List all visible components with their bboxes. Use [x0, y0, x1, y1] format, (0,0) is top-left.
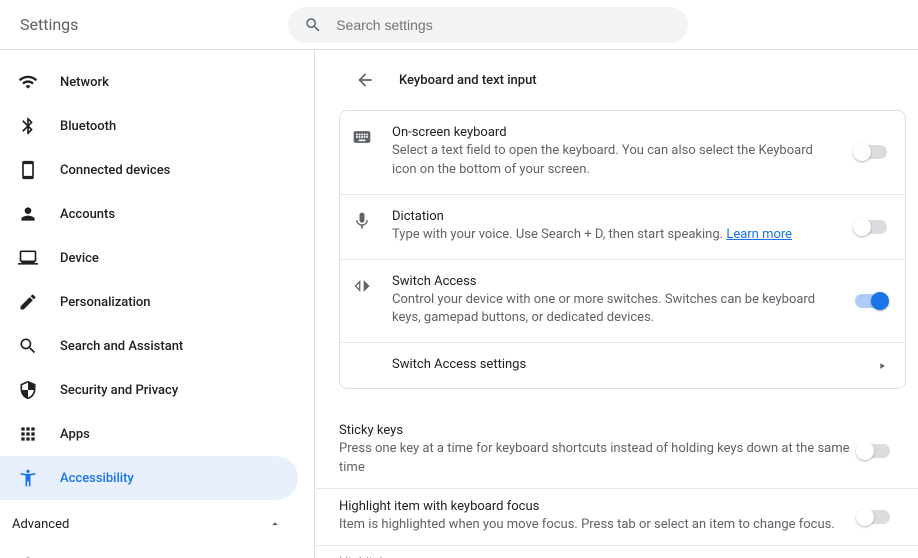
accessibility-icon [18, 468, 38, 488]
sidebar-item-label: Personalization [60, 295, 151, 310]
settings-card: On-screen keyboard Select a text field t… [339, 110, 906, 389]
apps-icon [18, 424, 38, 444]
toggle-highlight-focus[interactable] [858, 510, 890, 524]
sidebar-item-search-assistant[interactable]: Search and Assistant [0, 324, 298, 368]
sidebar-item-accessibility[interactable]: Accessibility [0, 456, 298, 500]
toggle-sticky-keys[interactable] [858, 444, 890, 458]
chevron-up-icon [268, 517, 282, 531]
row-highlight-cursor: Highlight text cursor Cursor is highligh… [315, 546, 918, 558]
row-dictation: Dictation Type with your voice. Use Sear… [340, 195, 905, 260]
row-title: Dictation [392, 209, 835, 224]
sidebar-item-label: Network [60, 75, 109, 90]
row-title: Sticky keys [339, 423, 858, 438]
page-title: Keyboard and text input [399, 73, 537, 88]
toggle-dictation[interactable] [855, 220, 887, 234]
search-icon [304, 16, 322, 34]
laptop-icon [18, 248, 38, 268]
back-button[interactable] [355, 70, 375, 90]
sidebar: Network Bluetooth Connected devices Acco… [0, 50, 315, 558]
phone-icon [18, 160, 38, 180]
row-desc: Press one key at a time for keyboard sho… [339, 440, 858, 478]
sidebar-item-security-privacy[interactable]: Security and Privacy [0, 368, 298, 412]
keyboard-icon [352, 127, 372, 147]
sidebar-item-label: Accounts [60, 207, 115, 222]
person-icon [18, 204, 38, 224]
sidebar-item-label: Connected devices [60, 163, 170, 178]
bluetooth-icon [18, 116, 38, 136]
sidebar-item-label: Apps [60, 427, 90, 442]
sidebar-item-label: Bluetooth [60, 119, 116, 134]
wifi-icon [18, 72, 38, 92]
sidebar-item-label: Security and Privacy [60, 383, 178, 398]
mic-icon [352, 211, 372, 231]
toggle-onscreen-keyboard[interactable] [855, 145, 887, 159]
sidebar-item-bluetooth[interactable]: Bluetooth [0, 104, 298, 148]
sidebar-item-personalization[interactable]: Personalization [0, 280, 298, 324]
sidebar-item-connected-devices[interactable]: Connected devices [0, 148, 298, 192]
row-switch-access: Switch Access Control your device with o… [340, 260, 905, 344]
switch-access-icon [352, 276, 372, 296]
row-switch-access-settings[interactable]: Switch Access settings [340, 343, 905, 388]
search-box[interactable] [288, 7, 688, 43]
row-highlight-focus: Highlight item with keyboard focus Item … [315, 489, 918, 546]
row-sticky-keys: Sticky keys Press one key at a time for … [315, 413, 918, 489]
app-title: Settings [20, 15, 78, 34]
shield-icon [18, 380, 38, 400]
sidebar-item-label: Search and Assistant [60, 339, 183, 354]
row-desc: Select a text field to open the keyboard… [392, 142, 835, 180]
row-title: On-screen keyboard [392, 125, 835, 140]
main-content: Keyboard and text input On-screen keyboa… [315, 50, 918, 558]
sidebar-item-device[interactable]: Device [0, 236, 298, 280]
edit-icon [18, 292, 38, 312]
row-title: Switch Access [392, 274, 835, 289]
sidebar-item-date-time[interactable]: Date and time [0, 544, 298, 558]
row-desc: Item is highlighted when you move focus.… [339, 516, 858, 535]
row-desc: Type with your voice. Use Search + D, th… [392, 226, 835, 245]
row-title: Highlight item with keyboard focus [339, 499, 858, 514]
app-header: Settings [0, 0, 918, 50]
search-wrap [78, 7, 898, 43]
toggle-switch-access[interactable] [855, 294, 887, 308]
search-icon [18, 336, 38, 356]
sidebar-item-network[interactable]: Network [0, 60, 298, 104]
search-input[interactable] [336, 17, 672, 33]
chevron-right-icon [877, 361, 887, 371]
row-desc: Control your device with one or more swi… [392, 291, 835, 329]
learn-more-link[interactable]: Learn more [726, 227, 792, 242]
sidebar-item-apps[interactable]: Apps [0, 412, 298, 456]
advanced-label: Advanced [12, 517, 69, 532]
row-title: Switch Access settings [392, 357, 857, 372]
row-onscreen-keyboard: On-screen keyboard Select a text field t… [340, 111, 905, 195]
sidebar-item-accounts[interactable]: Accounts [0, 192, 298, 236]
sidebar-item-label: Accessibility [60, 471, 134, 486]
sidebar-advanced-toggle[interactable]: Advanced [0, 504, 306, 544]
page-header-row: Keyboard and text input [315, 60, 918, 110]
sidebar-item-label: Device [60, 251, 99, 266]
